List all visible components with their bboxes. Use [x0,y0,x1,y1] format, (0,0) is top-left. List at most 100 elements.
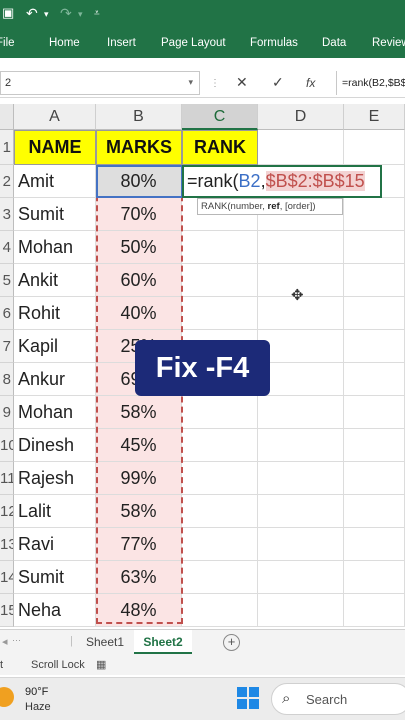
name-cell[interactable]: Ankit [14,264,96,297]
tab-page-layout[interactable]: Page Layout [161,37,226,49]
column-header-b[interactable]: B [96,104,182,130]
taskbar-search[interactable]: ⌕ Search [271,683,405,715]
function-tooltip[interactable]: RANK(number, ref, [order]) [197,198,343,215]
empty-cell[interactable] [344,198,405,231]
rank-cell[interactable] [182,297,258,330]
empty-cell[interactable] [344,330,405,363]
select-all-corner[interactable] [0,104,14,130]
name-cell[interactable]: Ankur [14,363,96,396]
header-name-cell[interactable]: NAME [14,130,96,165]
accessibility-icon[interactable]: ▦ [96,658,106,671]
rank-cell[interactable] [182,528,258,561]
add-sheet-icon[interactable]: + [223,634,240,651]
marks-cell[interactable]: 45% [96,429,182,462]
row-header[interactable]: 2 [0,165,14,198]
row-header[interactable]: 14 [0,561,14,594]
name-cell[interactable]: Dinesh [14,429,96,462]
rank-cell[interactable] [182,264,258,297]
empty-cell[interactable] [258,363,344,396]
name-cell[interactable]: Neha [14,594,96,627]
row-header[interactable]: 1 [0,130,14,165]
empty-cell[interactable] [258,429,344,462]
scroll-left-icon[interactable]: ◂ [2,635,8,648]
column-header-c[interactable]: C [182,104,258,130]
marks-cell[interactable]: 99% [96,462,182,495]
rank-cell[interactable] [182,561,258,594]
name-cell[interactable]: Mohan [14,231,96,264]
name-cell[interactable]: Rohit [14,297,96,330]
name-box[interactable]: 2 ▾ [0,71,200,95]
more-sheets-icon[interactable]: ⋯ [12,635,21,646]
rank-cell[interactable] [182,594,258,627]
cancel-icon[interactable]: ✕ [236,74,248,91]
row-header[interactable]: 13 [0,528,14,561]
marks-cell[interactable]: 60% [96,264,182,297]
marks-cell[interactable]: 80% [96,165,182,198]
column-header-d[interactable]: D [258,104,344,130]
empty-cell[interactable] [258,396,344,429]
row-header[interactable]: 10 [0,429,14,462]
empty-cell[interactable] [258,330,344,363]
name-cell[interactable]: Sumit [14,561,96,594]
header-marks-cell[interactable]: MARKS [96,130,182,165]
empty-cell[interactable] [258,462,344,495]
empty-cell[interactable] [258,130,344,165]
empty-cell[interactable] [344,561,405,594]
empty-cell[interactable] [258,495,344,528]
empty-cell[interactable] [344,396,405,429]
empty-cell[interactable] [258,528,344,561]
tab-file[interactable]: File [0,37,15,49]
marks-cell[interactable]: 50% [96,231,182,264]
save-icon[interactable]: ▣ [2,5,14,21]
cell-edit-box[interactable]: =rank(B2,$B$2:$B$15 [182,165,382,198]
rank-cell[interactable] [182,429,258,462]
marks-cell[interactable]: 48% [96,594,182,627]
name-cell[interactable]: Lalit [14,495,96,528]
empty-cell[interactable] [344,429,405,462]
rank-cell[interactable] [182,495,258,528]
name-cell[interactable]: Rajesh [14,462,96,495]
rank-cell[interactable] [182,396,258,429]
row-header[interactable]: 12 [0,495,14,528]
row-header[interactable]: 3 [0,198,14,231]
tab-formulas[interactable]: Formulas [250,37,298,49]
empty-cell[interactable] [344,495,405,528]
empty-cell[interactable] [344,231,405,264]
rank-cell[interactable] [182,231,258,264]
name-cell[interactable]: Ravi [14,528,96,561]
empty-cell[interactable] [258,231,344,264]
marks-cell[interactable]: 58% [96,495,182,528]
redo-dropdown-icon[interactable]: ▾ [78,9,83,20]
row-header[interactable]: 15 [0,594,14,627]
name-cell[interactable]: Mohan [14,396,96,429]
row-header[interactable]: 11 [0,462,14,495]
empty-cell[interactable] [344,130,405,165]
windows-start-icon[interactable] [237,687,259,709]
marks-cell[interactable]: 70% [96,198,182,231]
empty-cell[interactable] [344,528,405,561]
tab-home[interactable]: Home [49,37,80,49]
header-rank-cell[interactable]: RANK [182,130,258,165]
row-header[interactable]: 8 [0,363,14,396]
redo-icon[interactable]: ↷ [60,5,72,22]
weather-sun-icon[interactable] [0,687,14,707]
insert-function-icon[interactable]: fx [306,76,315,90]
marks-cell[interactable]: 58% [96,396,182,429]
row-header[interactable]: 4 [0,231,14,264]
empty-cell[interactable] [344,462,405,495]
enter-icon[interactable]: ✓ [272,74,284,91]
undo-dropdown-icon[interactable]: ▾ [44,9,49,20]
name-cell[interactable]: Amit [14,165,96,198]
formula-input[interactable]: =rank(B2,$B$2:$B$15 [336,71,405,95]
tab-review[interactable]: Review [372,37,405,49]
sheet-tab-sheet1[interactable]: Sheet1 [76,630,134,654]
tab-insert[interactable]: Insert [107,37,136,49]
chevron-down-icon[interactable]: ▾ [188,77,193,88]
column-header-e[interactable]: E [344,104,405,130]
row-header[interactable]: 5 [0,264,14,297]
empty-cell[interactable] [344,264,405,297]
marks-cell[interactable]: 40% [96,297,182,330]
name-cell[interactable]: Kapil [14,330,96,363]
empty-cell[interactable] [344,594,405,627]
empty-cell[interactable] [258,594,344,627]
